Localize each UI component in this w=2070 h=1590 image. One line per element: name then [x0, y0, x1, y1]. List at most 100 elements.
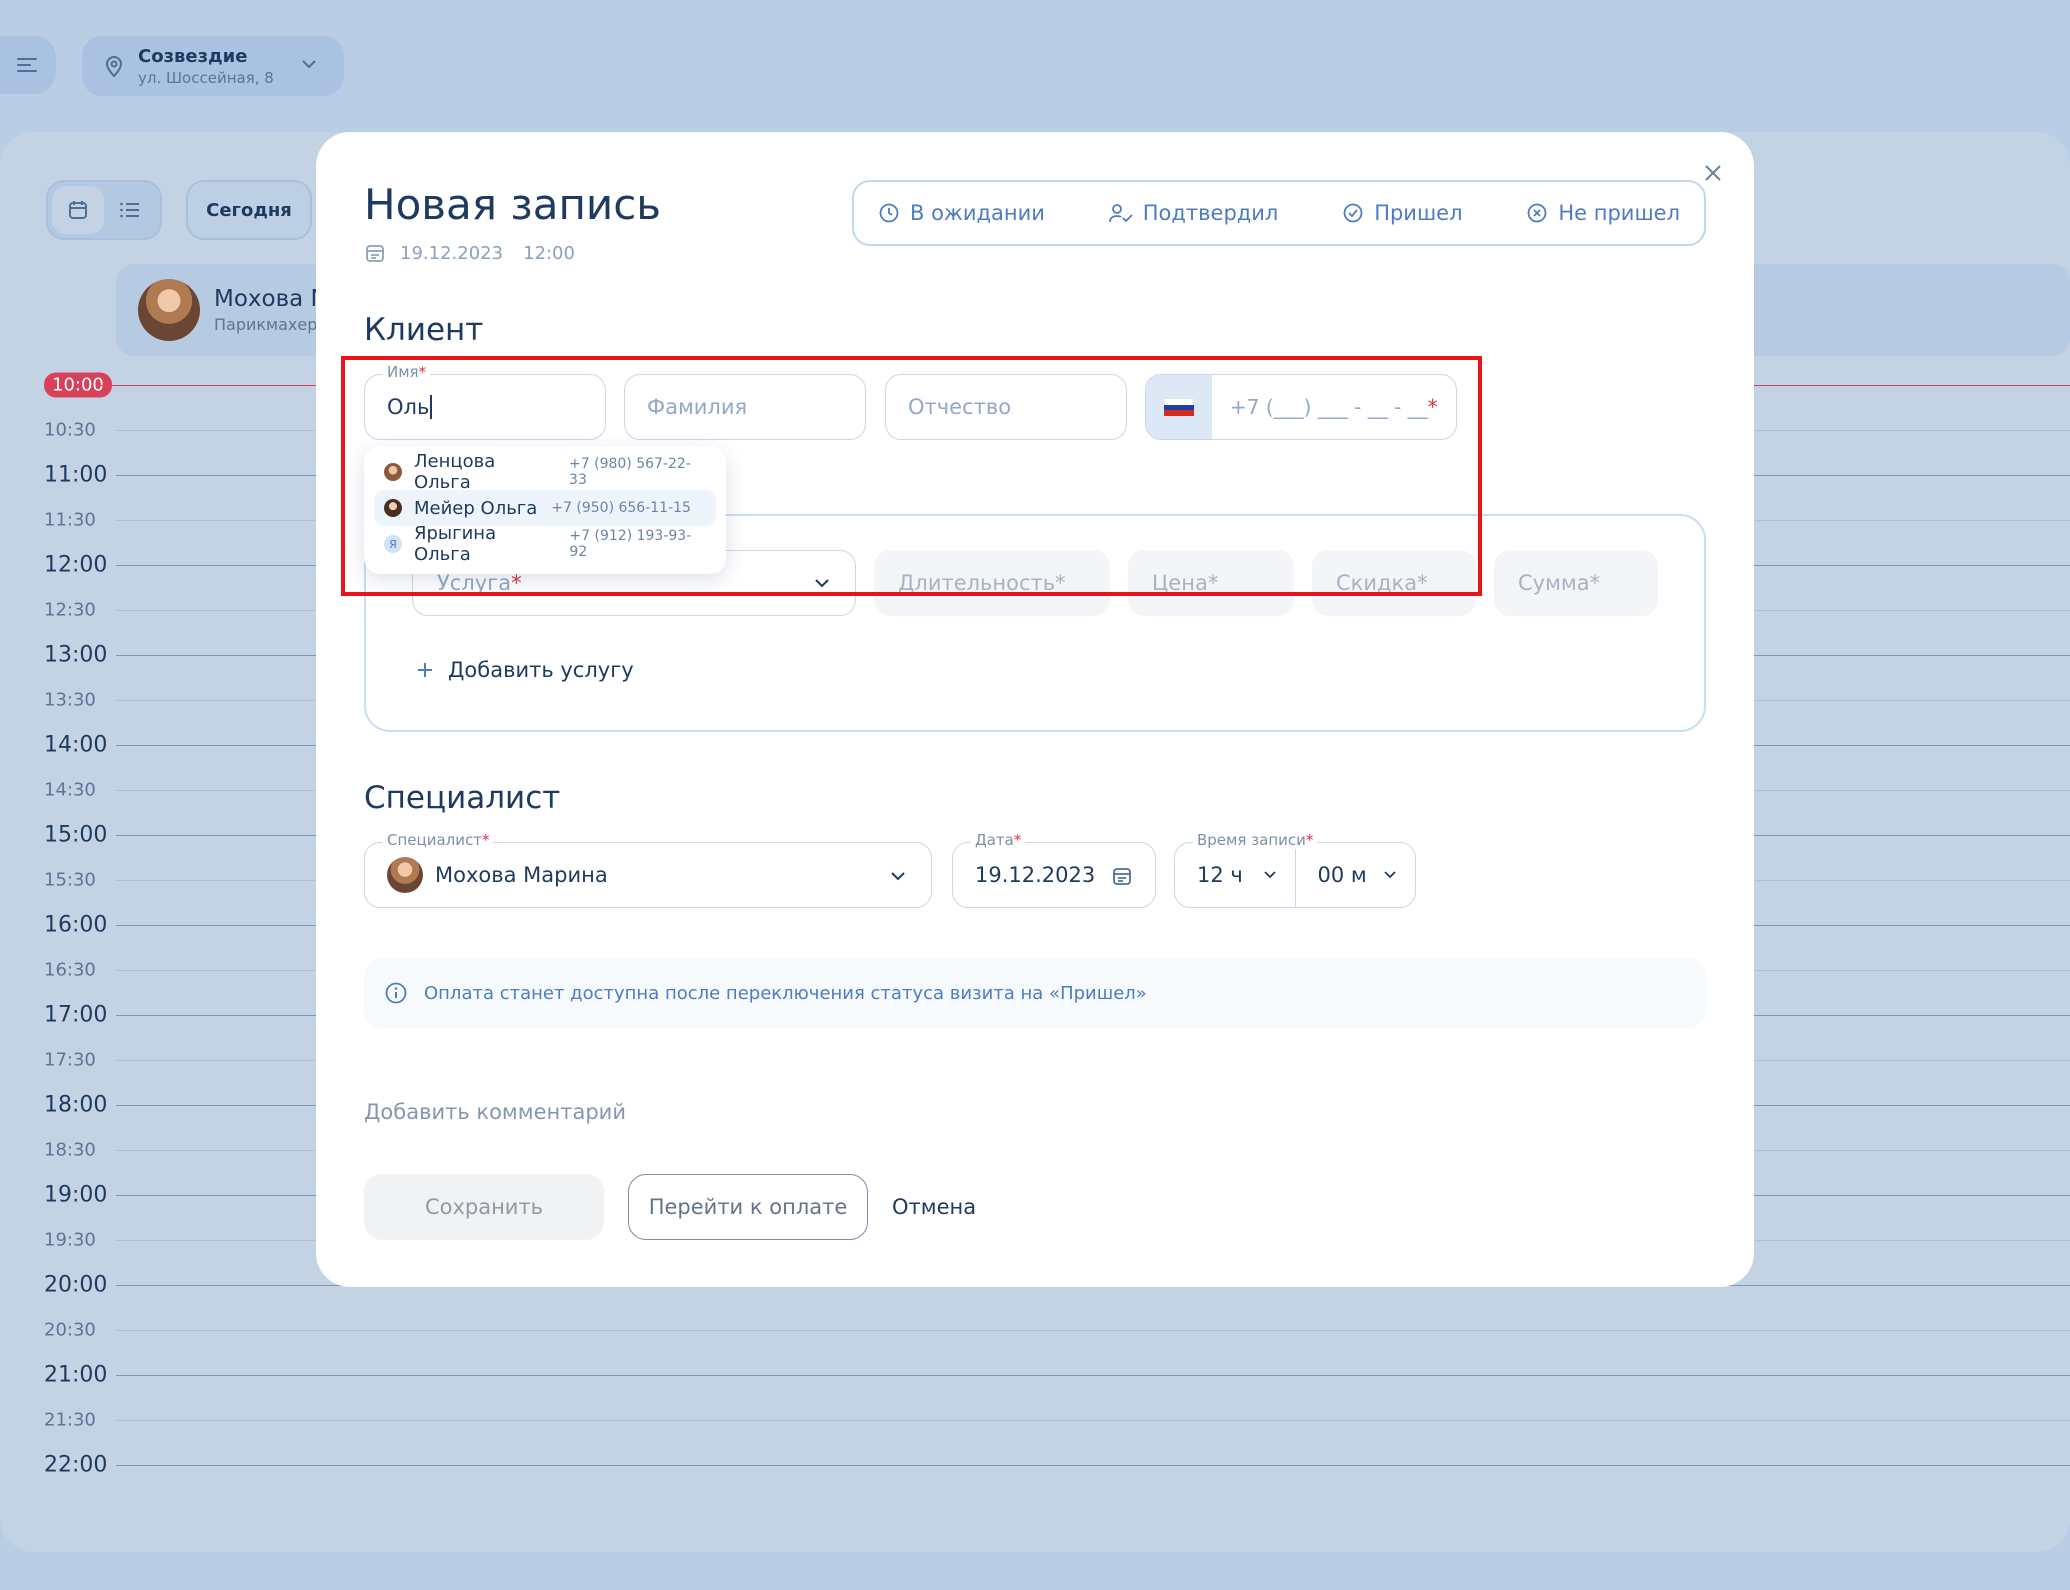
avatar [138, 279, 200, 341]
calendar-icon [69, 201, 87, 219]
text-cursor [430, 395, 433, 419]
time-label: 13:00 [44, 642, 108, 668]
time-label: 10:30 [44, 419, 96, 441]
calendar-icon[interactable] [1111, 865, 1133, 887]
chevron-down-icon [1263, 871, 1276, 879]
specialist-label: Специалист* [383, 831, 494, 849]
specialist-section-title: Специалист [364, 780, 561, 816]
info-icon [385, 982, 407, 1004]
appointment-time-field: Время записи* 12 ч 00 м [1174, 831, 1416, 908]
timeline-slot: 21:00 [0, 1363, 2070, 1388]
x-circle-icon [1527, 203, 1547, 223]
avatar-initial: Я [384, 535, 402, 553]
suggestion-item[interactable]: Ленцова Ольга +7 (980) 567-22-33 [374, 451, 716, 493]
location-selector[interactable]: Созвездие ул. Шоссейная, 8 [82, 36, 344, 96]
suggestion-name: Мейер Ольга [414, 497, 538, 519]
suggestion-phone: +7 (950) 656-11-15 [551, 500, 691, 516]
last-name-placeholder: Фамилия [647, 395, 748, 419]
time-label: Время записи* [1193, 831, 1318, 849]
modal-title: Новая запись [364, 180, 662, 229]
add-service-button[interactable]: Добавить услугу [416, 658, 634, 682]
today-button[interactable]: Сегодня [186, 180, 312, 240]
timeline-slot: 22:00 [0, 1453, 2070, 1478]
suggestion-phone: +7 (912) 193-93-92 [569, 528, 692, 560]
chevron-down-icon [1384, 871, 1396, 879]
appointment-time: 12:00 [523, 242, 575, 264]
chevron-down-icon [891, 872, 905, 881]
time-label: 22:00 [44, 1452, 108, 1478]
duration-field: Длительность* [874, 550, 1110, 616]
hours-value: 12 ч [1197, 863, 1243, 887]
patronymic-field[interactable]: Отчество [885, 374, 1127, 440]
close-icon [1705, 165, 1721, 181]
avatar [387, 857, 423, 893]
price-placeholder: Цена* [1152, 571, 1219, 595]
suggestion-item[interactable]: Я Ярыгина Ольга +7 (912) 193-93-92 [374, 523, 716, 565]
duration-placeholder: Длительность* [898, 571, 1066, 595]
specialist-select[interactable]: Специалист* Мохова Марина [364, 831, 932, 908]
time-gridline [116, 1465, 2070, 1466]
last-name-field[interactable]: Фамилия [624, 374, 866, 440]
menu-button[interactable] [0, 36, 56, 94]
time-label: 15:00 [44, 822, 108, 848]
chevron-down-icon [302, 60, 316, 69]
time-label: 21:00 [44, 1362, 108, 1388]
time-label: 19:30 [44, 1229, 96, 1251]
client-suggestions-dropdown: Ленцова Ольга +7 (980) 567-22-33 Мейер О… [364, 446, 726, 574]
discount-field: Скидка* [1312, 550, 1476, 616]
payment-info-notice: Оплата станет доступна после переключени… [364, 958, 1706, 1028]
price-field: Цена* [1128, 550, 1294, 616]
add-service-label: Добавить услугу [448, 658, 634, 682]
minutes-value: 00 м [1317, 863, 1367, 887]
time-label: 20:00 [44, 1272, 108, 1298]
time-label: 18:00 [44, 1092, 108, 1118]
russia-flag-icon [1164, 398, 1194, 417]
new-appointment-modal: Новая запись 19.12.2023 12:00 В ожидании… [316, 132, 1754, 1287]
time-label: 14:00 [44, 732, 108, 758]
minutes-select[interactable]: 00 м [1294, 843, 1416, 907]
suggestion-name: Ярыгина Ольга [414, 523, 497, 565]
location-name: Созвездие [138, 45, 248, 67]
location-address: ул. Шоссейная, 8 [138, 68, 274, 87]
suggestion-item[interactable]: Мейер Ольга +7 (950) 656-11-15 [374, 490, 716, 526]
save-button[interactable]: Сохранить [364, 1174, 604, 1240]
time-label: 11:00 [44, 462, 108, 488]
client-section-title: Клиент [364, 312, 484, 348]
timeline-slot: 20:30 [0, 1320, 2070, 1341]
first-name-label: Имя* [383, 363, 431, 381]
specialist-value: Мохова Марина [435, 863, 608, 887]
list-icon [120, 202, 139, 218]
status-arrived[interactable]: Пришел [1342, 201, 1463, 225]
time-gridline [116, 1330, 2070, 1331]
menu-icon [17, 58, 37, 72]
time-label: 16:30 [44, 959, 96, 981]
time-label: 12:30 [44, 599, 96, 621]
time-label: 21:30 [44, 1409, 96, 1431]
date-label: Дата* [971, 831, 1026, 849]
calendar-view-button[interactable] [52, 186, 104, 234]
discount-placeholder: Скидка* [1336, 571, 1428, 595]
first-name-field[interactable]: Имя* Оль [364, 363, 606, 440]
appointment-date: 19.12.2023 [400, 242, 504, 264]
time-label: 16:00 [44, 912, 108, 938]
status-waiting[interactable]: В ожидании [878, 201, 1045, 225]
country-selector[interactable] [1146, 375, 1212, 439]
sum-field: Сумма* [1494, 550, 1658, 616]
hours-select[interactable]: 12 ч [1175, 843, 1295, 907]
time-label: 14:30 [44, 779, 96, 801]
payment-info-text: Оплата станет доступна после переключени… [424, 982, 1147, 1004]
check-circle-icon [1343, 203, 1363, 223]
add-comment-link[interactable]: Добавить комментарий [364, 1100, 626, 1124]
first-name-value: Оль [387, 395, 430, 419]
status-arrived-label: Пришел [1374, 201, 1463, 225]
phone-field[interactable]: +7 (___) ___ - __ - __ * [1145, 374, 1457, 440]
status-confirmed[interactable]: Подтвердил [1108, 201, 1278, 225]
date-field[interactable]: Дата* 19.12.2023 [952, 831, 1156, 908]
go-to-payment-button[interactable]: Перейти к оплате [628, 1174, 868, 1240]
cancel-button[interactable]: Отмена [892, 1174, 992, 1240]
status-no-show[interactable]: Не пришел [1526, 201, 1680, 225]
location-pin-icon [105, 56, 123, 78]
user-check-icon [1108, 204, 1133, 223]
appointment-datetime: 19.12.2023 12:00 [364, 242, 575, 264]
list-view-button[interactable] [104, 186, 156, 234]
